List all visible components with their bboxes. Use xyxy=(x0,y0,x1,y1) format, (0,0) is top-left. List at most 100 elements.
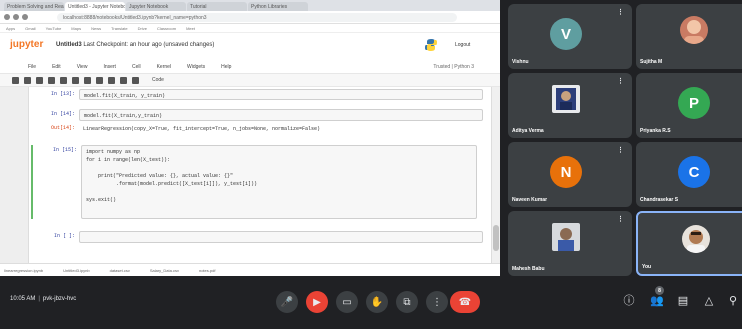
menu-item-edit[interactable]: Edit xyxy=(52,64,61,70)
run-icon[interactable] xyxy=(96,76,103,84)
code-cell[interactable]: In [13]: model.fit(X_train, y_train) xyxy=(37,89,487,101)
bookmark[interactable]: Drive xyxy=(138,26,147,31)
browser-tab[interactable]: Problem Solving and Reason... xyxy=(4,2,64,11)
more-options-icon[interactable]: ⋮ xyxy=(617,8,624,16)
forward-icon[interactable] xyxy=(13,14,19,20)
download-item[interactable]: linearregression.ipynb xyxy=(4,268,43,273)
chat-icon[interactable]: ▤ xyxy=(676,293,690,307)
participant-tile[interactable]: ⋮ Mahesh Babu xyxy=(508,211,632,276)
cell-code[interactable]: model.fit(X_train, y_train) xyxy=(79,89,483,100)
participant-tile[interactable]: ⋮ Aditya Verma xyxy=(508,73,632,138)
browser-tab-active[interactable]: Untitled3 - Jupyter Notebook xyxy=(65,2,125,11)
menu-item-widgets[interactable]: Widgets xyxy=(187,64,205,70)
more-options-icon[interactable]: ⋮ xyxy=(617,215,624,223)
menu-item-kernel[interactable]: Kernel xyxy=(157,64,171,70)
scrollbar-thumb[interactable] xyxy=(493,225,499,251)
participant-tile-self[interactable]: You xyxy=(636,211,742,276)
bookmark[interactable]: Gmail xyxy=(25,26,35,31)
menu-item-insert[interactable]: Insert xyxy=(103,64,116,70)
browser-tab[interactable]: Tutorial xyxy=(187,2,247,11)
menu-item-cell[interactable]: Cell xyxy=(132,64,141,70)
save-icon[interactable] xyxy=(12,76,19,84)
hang-up-button[interactable]: ☎ xyxy=(450,291,480,313)
add-cell-icon[interactable] xyxy=(24,76,31,84)
code-cell-selected[interactable]: In [15]: import numpy as np for i in ran… xyxy=(31,145,481,219)
more-options-icon: ⋮ xyxy=(432,296,442,308)
people-icon[interactable]: 👥 xyxy=(650,293,664,307)
more-options-icon[interactable]: ⋮ xyxy=(617,146,624,154)
menu-item-file[interactable]: File xyxy=(28,64,36,70)
copy-icon[interactable] xyxy=(48,76,55,84)
move-up-icon[interactable] xyxy=(72,76,79,84)
mic-button[interactable]: 🎤 xyxy=(276,291,298,313)
code-cell[interactable]: In [14]: model.fit(X_train,y_train) xyxy=(37,109,487,121)
trusted-badge[interactable]: Trusted xyxy=(433,64,450,70)
bookmark[interactable]: Meet xyxy=(186,26,195,31)
bookmark[interactable]: Translate xyxy=(111,26,128,31)
python-logo-icon xyxy=(425,39,437,51)
participant-tile[interactable]: N ⋮ Naveen Kumar xyxy=(508,142,632,207)
participant-name: Mahesh Babu xyxy=(512,266,545,272)
download-item[interactable]: Untitled3.ipynb xyxy=(63,268,89,273)
meet-window: Problem Solving and Reason... Untitled3 … xyxy=(0,0,742,329)
jupyter-header: jupyter Untitled3 Last Checkpoint: an ho… xyxy=(0,33,500,61)
kernel-status: Trusted | Python 3 xyxy=(433,64,474,70)
notebook-scrollbar[interactable] xyxy=(492,87,500,263)
meeting-code: pvk-jbzv-hvc xyxy=(42,296,77,302)
participant-tile[interactable]: V ⋮ Vishnu xyxy=(508,4,632,69)
fast-forward-icon[interactable] xyxy=(132,76,139,84)
present-icon: ⧉ xyxy=(403,296,411,308)
bookmark[interactable]: Maps xyxy=(71,26,81,31)
cell-code[interactable]: import numpy as np for i in range(len(X_… xyxy=(81,145,477,219)
download-item[interactable]: dataset.csv xyxy=(110,268,130,273)
download-item[interactable]: Salary_Data.csv xyxy=(150,268,179,273)
cell-code[interactable] xyxy=(79,231,483,243)
cell-prompt: Out[14]: xyxy=(50,125,75,131)
camera-button[interactable]: ▶ xyxy=(306,291,328,313)
cell-code[interactable]: model.fit(X_train,y_train) xyxy=(79,109,483,121)
cell-output: LinearRegression(copy_X=True, fit_interc… xyxy=(83,126,321,132)
bookmark[interactable]: Classroom xyxy=(157,26,176,31)
notebook-title[interactable]: Untitled3 xyxy=(56,42,82,48)
avatar-initial: N xyxy=(560,163,572,181)
browser-tab[interactable]: Jupyter Notebook xyxy=(126,2,186,11)
back-icon[interactable] xyxy=(4,14,10,20)
participant-tile[interactable]: ⋮ Sujitha M xyxy=(636,4,742,69)
paste-icon[interactable] xyxy=(60,76,67,84)
address-input[interactable]: localhost:8888/notebooks/Untitled3.ipynb… xyxy=(57,12,457,22)
menu-item-view[interactable]: View xyxy=(77,64,88,70)
checkpoint-status: Last Checkpoint: an hour ago (unsaved ch… xyxy=(83,42,215,48)
participant-tile[interactable]: P ⋮ Priyanka R.S xyxy=(636,73,742,138)
participant-name: Chandrasekar S xyxy=(640,197,679,203)
meeting-time: 10:05 AM xyxy=(10,296,36,302)
more-options-icon[interactable]: ⋮ xyxy=(617,77,624,85)
bookmark[interactable]: Apps xyxy=(6,26,15,31)
notebook-toolbar: Code xyxy=(0,73,500,87)
lock-icon[interactable]: ⚲ xyxy=(726,293,740,307)
stop-icon[interactable] xyxy=(108,76,115,84)
bookmark[interactable]: YouTube xyxy=(46,26,62,31)
cell-type-select[interactable]: Code xyxy=(152,77,164,83)
reload-icon[interactable] xyxy=(22,14,28,20)
present-button[interactable]: ⧉ xyxy=(396,291,418,313)
avatar: V xyxy=(550,18,582,50)
activities-icon[interactable]: △ xyxy=(702,293,716,307)
info-icon[interactable]: ⓘ xyxy=(622,293,636,307)
cell-prompt: In [13]: xyxy=(50,91,75,97)
menu-item-help[interactable]: Help xyxy=(221,64,231,70)
captions-button[interactable]: ▭ xyxy=(336,291,358,313)
bookmark[interactable]: News xyxy=(91,26,101,31)
logout-button[interactable]: Logout xyxy=(455,42,470,48)
cut-icon[interactable] xyxy=(36,76,43,84)
participant-tile[interactable]: C ⋮ Chandrasekar S xyxy=(636,142,742,207)
browser-tab[interactable]: Python Libraries xyxy=(248,2,308,11)
code-cell[interactable]: In [ ]: xyxy=(37,231,487,243)
jupyter-logo[interactable]: jupyter xyxy=(10,39,43,50)
more-options-button[interactable]: ⋮ xyxy=(426,291,448,313)
notebook-menu-bar: File Edit View Insert Cell Kernel Widget… xyxy=(0,61,500,73)
raise-hand-button[interactable]: ✋ xyxy=(366,291,388,313)
restart-icon[interactable] xyxy=(120,76,127,84)
move-down-icon[interactable] xyxy=(84,76,91,84)
participant-name: Sujitha M xyxy=(640,59,663,65)
download-item[interactable]: notes.pdf xyxy=(199,268,215,273)
